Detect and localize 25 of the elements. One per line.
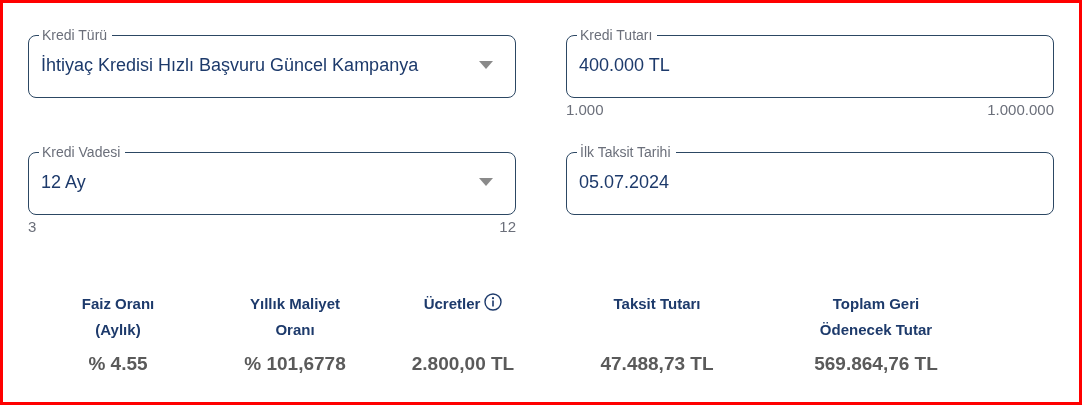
summary-value: 47.488,73 TL — [600, 353, 714, 375]
summary-label: Taksit Tutarı — [613, 294, 701, 314]
summary-label: Faiz Oranı (Aylık) — [81, 294, 155, 340]
summary-label: Ücretler — [423, 294, 481, 314]
max-value: 12 — [499, 218, 516, 235]
summary-value: % 4.55 — [88, 353, 148, 375]
summary-value: 569.864,76 TL — [814, 353, 938, 375]
field-label: İlk Taksit Tarihi — [579, 144, 672, 160]
info-icon[interactable] — [484, 293, 503, 311]
summary-value: % 101,6778 — [244, 353, 346, 375]
input-field[interactable]: Kredi Tutarı 400.000 TL — [566, 27, 1054, 98]
max-value: 1.000.000 — [987, 101, 1054, 118]
summary-value: 2.800,00 TL — [411, 353, 515, 375]
field-label: Kredi Türü — [41, 27, 109, 43]
caret-icon — [479, 61, 493, 69]
summary-label: Yıllık Maliyet Oranı — [249, 294, 340, 340]
field-label: Kredi Vadesi — [41, 144, 122, 160]
input-field[interactable]: İlk Taksit Tarihi 05.07.2024 — [566, 144, 1054, 215]
field-label: Kredi Tutarı — [579, 27, 654, 43]
caret-icon — [479, 178, 493, 186]
min-value: 3 — [28, 218, 37, 235]
summary-label: Toplam Geri Ödenecek Tutar — [819, 294, 933, 340]
dropdown[interactable]: Kredi Vadesi 12 Ay — [28, 144, 516, 215]
min-value: 1.000 — [566, 101, 604, 118]
dropdown[interactable]: Kredi Türü İhtiyaç Kredisi Hızlı Başvuru Güncel Kampanya — [28, 27, 516, 98]
